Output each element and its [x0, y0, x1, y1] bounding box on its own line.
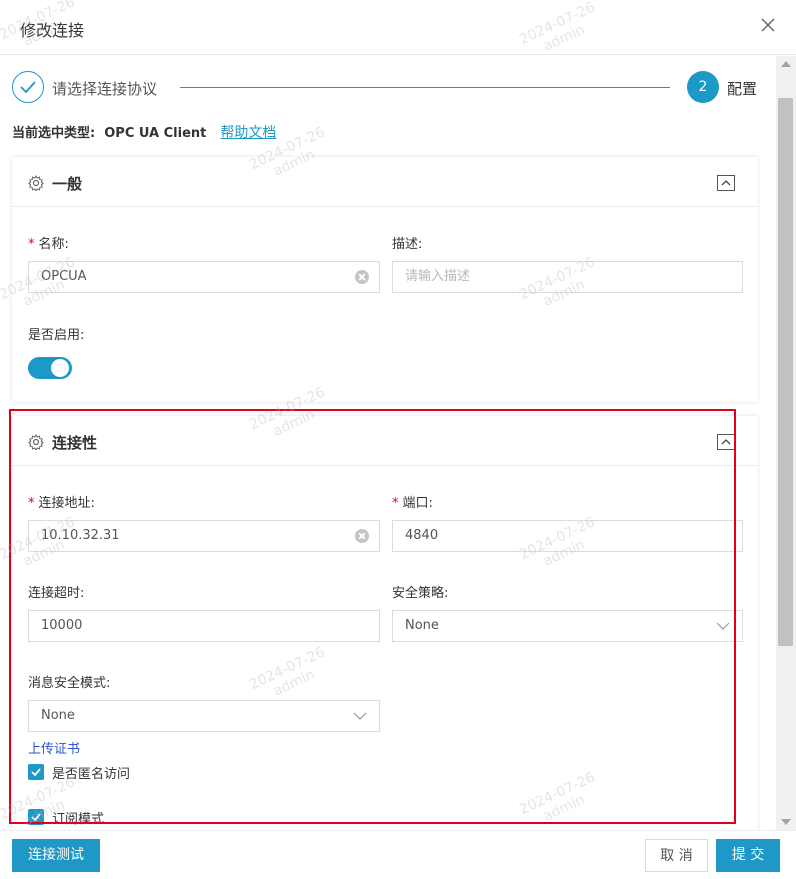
name-label: * 名称:	[28, 237, 69, 252]
step-connector	[180, 87, 670, 88]
gear-icon	[28, 175, 44, 191]
selected-type-label: 当前选中类型: OPC UA Client	[12, 126, 207, 141]
description-input[interactable]: 请输入描述	[392, 261, 743, 293]
description-label: 描述:	[392, 237, 423, 252]
name-input[interactable]: OPCUA	[28, 261, 380, 293]
step2-number: 2	[687, 71, 719, 103]
anonymous-label: 是否匿名访问	[52, 767, 131, 782]
scroll-down-arrow-icon[interactable]	[781, 819, 791, 825]
selected-type-row: 当前选中类型: OPC UA Client 帮助文档	[12, 122, 276, 142]
step1-label: 请选择连接协议	[52, 80, 158, 98]
dialog-header: 修改连接	[0, 0, 796, 55]
port-label: * 端口:	[392, 496, 433, 511]
step1-check-icon	[12, 71, 44, 103]
chevron-down-icon	[353, 712, 367, 720]
message-mode-select[interactable]: None	[28, 700, 380, 732]
enabled-toggle[interactable]	[28, 357, 72, 379]
general-collapse-icon[interactable]	[717, 175, 735, 191]
chevron-down-icon	[716, 622, 730, 630]
address-label: * 连接地址:	[28, 496, 95, 511]
timeout-label: 连接超时:	[28, 586, 85, 601]
dialog-body[interactable]: 请选择连接协议 2 配置 当前选中类型: OPC UA Client 帮助文档 一…	[0, 56, 776, 830]
dialog-footer: 连接测试 取 消 提 交	[0, 830, 796, 879]
security-policy-label: 安全策略:	[392, 586, 449, 601]
scroll-up-arrow-icon[interactable]	[781, 61, 791, 67]
required-mark: *	[392, 496, 399, 511]
toggle-knob	[51, 359, 69, 377]
general-section-title: 一般	[52, 175, 83, 193]
scrollbar-thumb[interactable]	[778, 98, 793, 646]
step2-label: 配置	[727, 80, 758, 98]
clear-icon[interactable]	[355, 529, 369, 543]
help-doc-link[interactable]: 帮助文档	[220, 125, 276, 141]
test-connection-button[interactable]: 连接测试	[12, 839, 100, 872]
clear-icon[interactable]	[355, 270, 369, 284]
general-section: 一般 * 名称: OPCUA 描述: 请输入描述 是否启用:	[12, 157, 758, 402]
address-input[interactable]: 10.10.32.31	[28, 520, 380, 552]
subscribe-checkbox[interactable]	[28, 809, 44, 825]
upload-certificate-link[interactable]: 上传证书	[28, 738, 80, 757]
dialog-title: 修改连接	[20, 21, 85, 40]
subscribe-label: 订阅模式	[52, 812, 105, 827]
connectivity-section-header[interactable]: 连接性	[12, 416, 758, 466]
cancel-button[interactable]: 取 消	[645, 839, 708, 872]
general-section-header[interactable]: 一般	[12, 157, 758, 207]
enabled-label: 是否启用:	[28, 328, 85, 343]
required-mark: *	[28, 237, 35, 252]
connectivity-collapse-icon[interactable]	[717, 434, 735, 450]
edit-connection-dialog: 修改连接 请选择连接协议 2 配置 当前选中类型: OPC UA Client 帮…	[0, 0, 796, 879]
connectivity-section-title: 连接性	[52, 434, 98, 452]
submit-button[interactable]: 提 交	[716, 839, 780, 872]
security-policy-select[interactable]: None	[392, 610, 743, 642]
message-mode-label: 消息安全模式:	[28, 676, 111, 691]
close-icon[interactable]	[760, 16, 776, 34]
timeout-input[interactable]: 10000	[28, 610, 380, 642]
port-input[interactable]: 4840	[392, 520, 743, 552]
anonymous-checkbox[interactable]	[28, 764, 44, 780]
scrollbar[interactable]	[776, 56, 796, 830]
gear-icon	[28, 434, 44, 450]
required-mark: *	[28, 496, 35, 511]
